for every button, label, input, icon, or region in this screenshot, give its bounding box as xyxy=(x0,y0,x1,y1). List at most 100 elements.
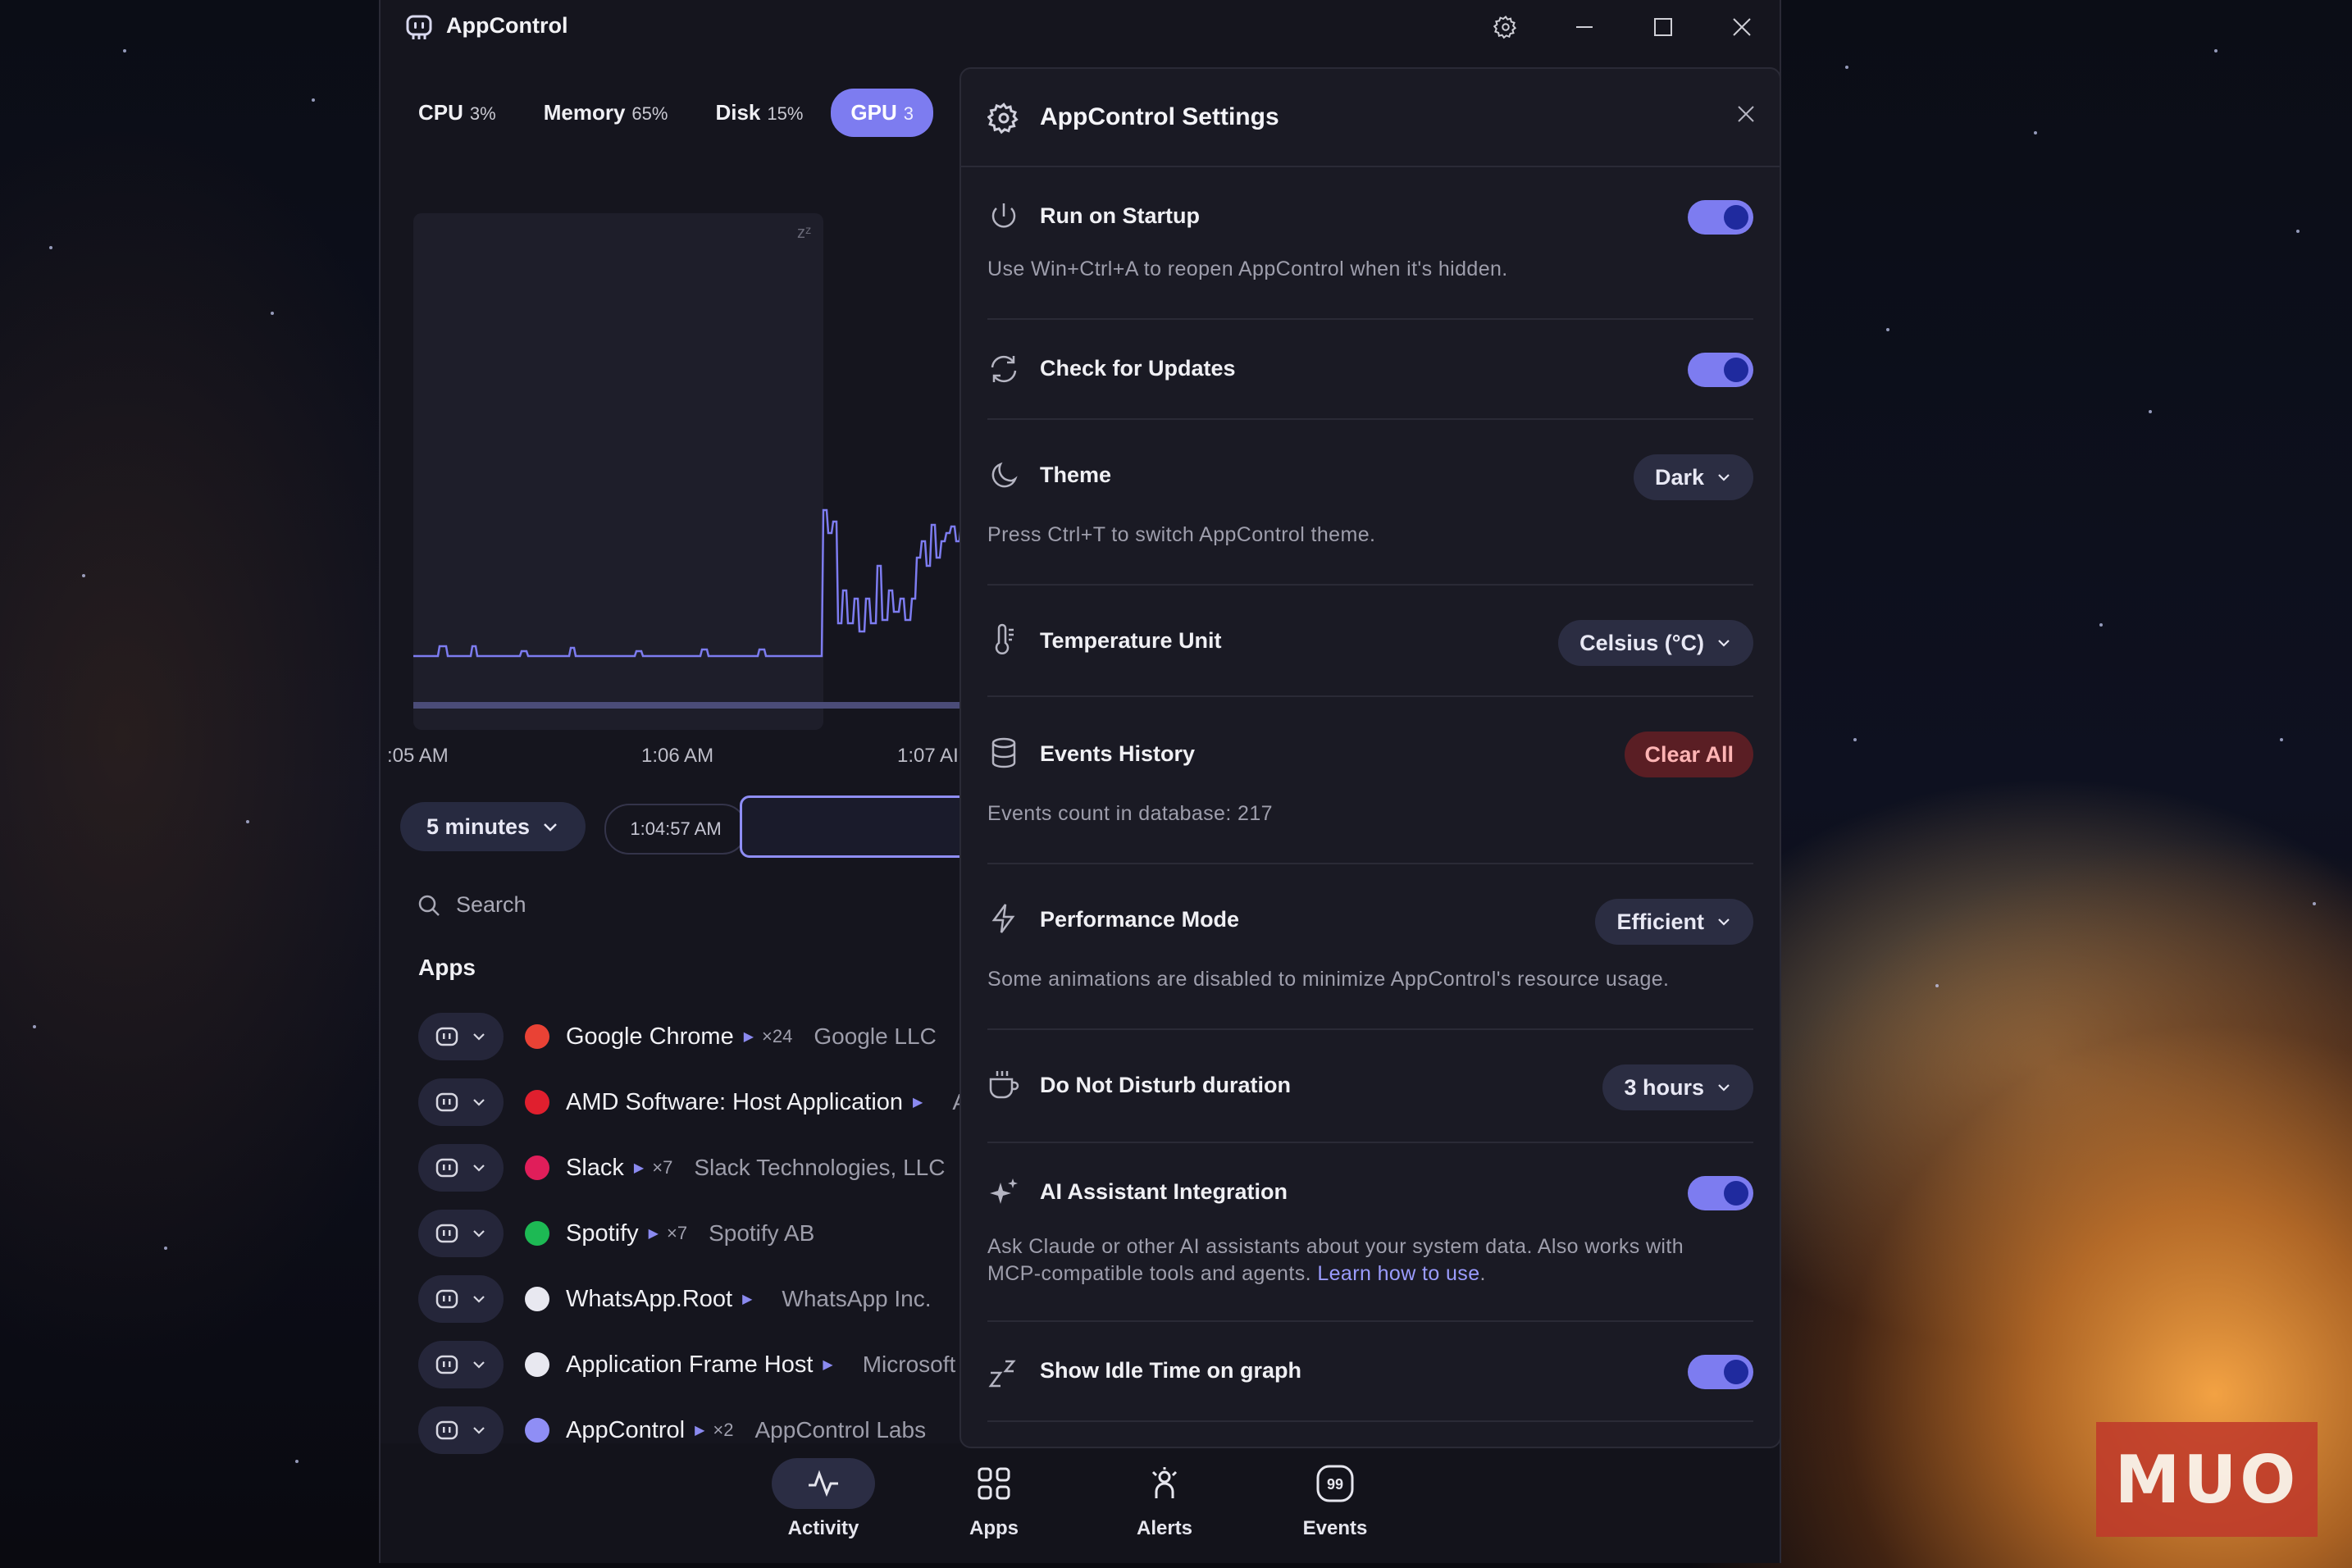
gear-icon xyxy=(987,103,1019,134)
app-row[interactable]: Spotify ▶ ×7 Spotify AB xyxy=(418,1209,814,1258)
metric-tabs: CPU 3% Memory 65% Disk 15% GPU 3 xyxy=(399,89,934,137)
maximize-button[interactable] xyxy=(1640,8,1686,46)
app-controller-button[interactable] xyxy=(418,1078,504,1126)
app-controller-button[interactable] xyxy=(418,1341,504,1388)
settings-header: AppControl Settings xyxy=(961,69,1780,167)
thermometer-icon xyxy=(995,623,1014,654)
nav-alerts[interactable]: Alerts xyxy=(1107,1458,1222,1540)
muo-watermark: MUO xyxy=(2096,1422,2318,1537)
nav-apps[interactable]: Apps xyxy=(937,1458,1051,1540)
learn-how-link[interactable]: Learn how to use xyxy=(1317,1262,1479,1285)
tab-memory[interactable]: Memory 65% xyxy=(524,89,688,137)
idle-time-label: Show Idle Time on graph xyxy=(1040,1358,1302,1383)
chevron-down-icon xyxy=(473,1361,485,1369)
search-field[interactable]: Search xyxy=(417,892,526,918)
publisher: AppControl Labs xyxy=(754,1417,927,1443)
lightning-icon xyxy=(991,904,1015,933)
theme-label: Theme xyxy=(1040,463,1112,487)
theme-dropdown[interactable]: Dark xyxy=(1633,454,1753,500)
search-placeholder: Search xyxy=(456,892,526,917)
temperature-unit-dropdown[interactable]: Celsius (°C) xyxy=(1558,620,1753,666)
publisher: Slack Technologies, LLC xyxy=(694,1155,946,1180)
ai-integration-label: AI Assistant Integration xyxy=(1040,1179,1288,1204)
tab-cpu[interactable]: CPU 3% xyxy=(399,89,516,137)
appcontrol-icon xyxy=(435,1027,458,1046)
sparkles-icon xyxy=(990,1178,1018,1204)
appcontrol-icon xyxy=(435,1355,458,1374)
appcontrol-icon xyxy=(525,1418,549,1443)
nav-events[interactable]: 99 Events xyxy=(1278,1458,1393,1540)
expand-triangle-icon[interactable]: ▶ xyxy=(634,1160,644,1176)
activity-icon xyxy=(809,1470,838,1497)
settings-button[interactable] xyxy=(1483,8,1529,46)
time-range-dropdown[interactable]: 5 minutes xyxy=(400,802,586,851)
process-count: ×7 xyxy=(666,1223,688,1243)
app-row[interactable]: Application Frame Host ▶ Microsoft xyxy=(418,1340,955,1389)
start-time-pill: 1:04:57 AM xyxy=(604,804,747,855)
app-controller-button[interactable] xyxy=(418,1013,504,1060)
chevron-down-icon xyxy=(473,1296,485,1303)
expand-triangle-icon[interactable]: ▶ xyxy=(913,1094,923,1110)
app-controller-button[interactable] xyxy=(418,1275,504,1323)
chrome-icon xyxy=(525,1024,549,1049)
app-row[interactable]: AMD Software: Host Application▶A xyxy=(418,1078,968,1127)
timeline-scrubber[interactable] xyxy=(740,795,986,858)
divider xyxy=(987,1420,1753,1422)
expand-triangle-icon[interactable]: ▶ xyxy=(649,1225,659,1242)
expand-triangle-icon[interactable]: ▶ xyxy=(744,1028,754,1045)
chevron-down-icon xyxy=(473,1033,485,1041)
close-button[interactable] xyxy=(1719,8,1765,46)
settings-panel: AppControl Settings Run on Startup Use W… xyxy=(959,67,1781,1448)
minimize-icon xyxy=(1576,26,1593,28)
publisher: WhatsApp Inc. xyxy=(782,1286,932,1311)
expand-triangle-icon[interactable]: ▶ xyxy=(695,1422,704,1438)
minimize-button[interactable] xyxy=(1561,8,1607,46)
settings-close-button[interactable] xyxy=(1735,103,1757,129)
divider xyxy=(987,418,1753,420)
close-icon xyxy=(1733,18,1751,36)
apps-section-title: Apps xyxy=(418,955,476,980)
tab-gpu[interactable]: GPU 3 xyxy=(831,89,934,137)
process-count: ×2 xyxy=(713,1420,734,1440)
coffee-cup-icon xyxy=(989,1071,1019,1099)
close-icon xyxy=(1738,106,1754,122)
nav-activity[interactable]: Activity xyxy=(766,1458,881,1540)
performance-mode-label: Performance Mode xyxy=(1040,907,1240,932)
expand-triangle-icon[interactable]: ▶ xyxy=(742,1291,752,1307)
search-icon xyxy=(418,895,440,916)
expand-triangle-icon[interactable]: ▶ xyxy=(823,1356,832,1373)
settings-title: AppControl Settings xyxy=(1040,103,1279,130)
tab-disk[interactable]: Disk 15% xyxy=(695,89,823,137)
app-controller-button[interactable] xyxy=(418,1144,504,1192)
app-controller-button[interactable] xyxy=(418,1406,504,1454)
divider xyxy=(987,1320,1753,1322)
run-on-startup-toggle[interactable] xyxy=(1688,200,1753,235)
app-row[interactable]: Google Chrome ▶ ×24 Google LLC xyxy=(418,1012,937,1061)
clear-all-button[interactable]: Clear All xyxy=(1625,732,1753,777)
appcontrol-icon xyxy=(435,1420,458,1440)
events-history-desc: Events count in database: 217 xyxy=(987,802,1273,825)
chevron-down-icon xyxy=(473,1427,485,1434)
chevron-down-icon xyxy=(1718,918,1730,926)
window-icon xyxy=(525,1352,549,1377)
process-count: ×24 xyxy=(762,1026,793,1046)
app-row[interactable]: AppControl ▶ ×2 AppControl Labs xyxy=(418,1406,926,1455)
spotify-icon xyxy=(525,1221,549,1246)
ai-integration-toggle[interactable] xyxy=(1688,1176,1753,1210)
divider xyxy=(987,695,1753,697)
performance-mode-desc: Some animations are disabled to minimize… xyxy=(987,968,1670,991)
chevron-down-icon xyxy=(1718,474,1730,481)
app-row[interactable]: Slack ▶ ×7 Slack Technologies, LLC xyxy=(418,1143,945,1192)
check-updates-toggle[interactable] xyxy=(1688,353,1753,387)
window-icon xyxy=(525,1287,549,1311)
divider xyxy=(987,1028,1753,1030)
publisher: Microsoft xyxy=(862,1351,956,1377)
app-name: WhatsApp.Root xyxy=(566,1285,733,1312)
idle-time-toggle[interactable] xyxy=(1688,1355,1753,1389)
refresh-icon xyxy=(991,355,1017,383)
performance-mode-dropdown[interactable]: Efficient xyxy=(1595,899,1753,945)
dnd-duration-dropdown[interactable]: 3 hours xyxy=(1602,1064,1753,1110)
title-bar: AppControl xyxy=(381,0,1780,54)
app-controller-button[interactable] xyxy=(418,1210,504,1257)
app-row[interactable]: WhatsApp.Root ▶ WhatsApp Inc. xyxy=(418,1274,932,1324)
